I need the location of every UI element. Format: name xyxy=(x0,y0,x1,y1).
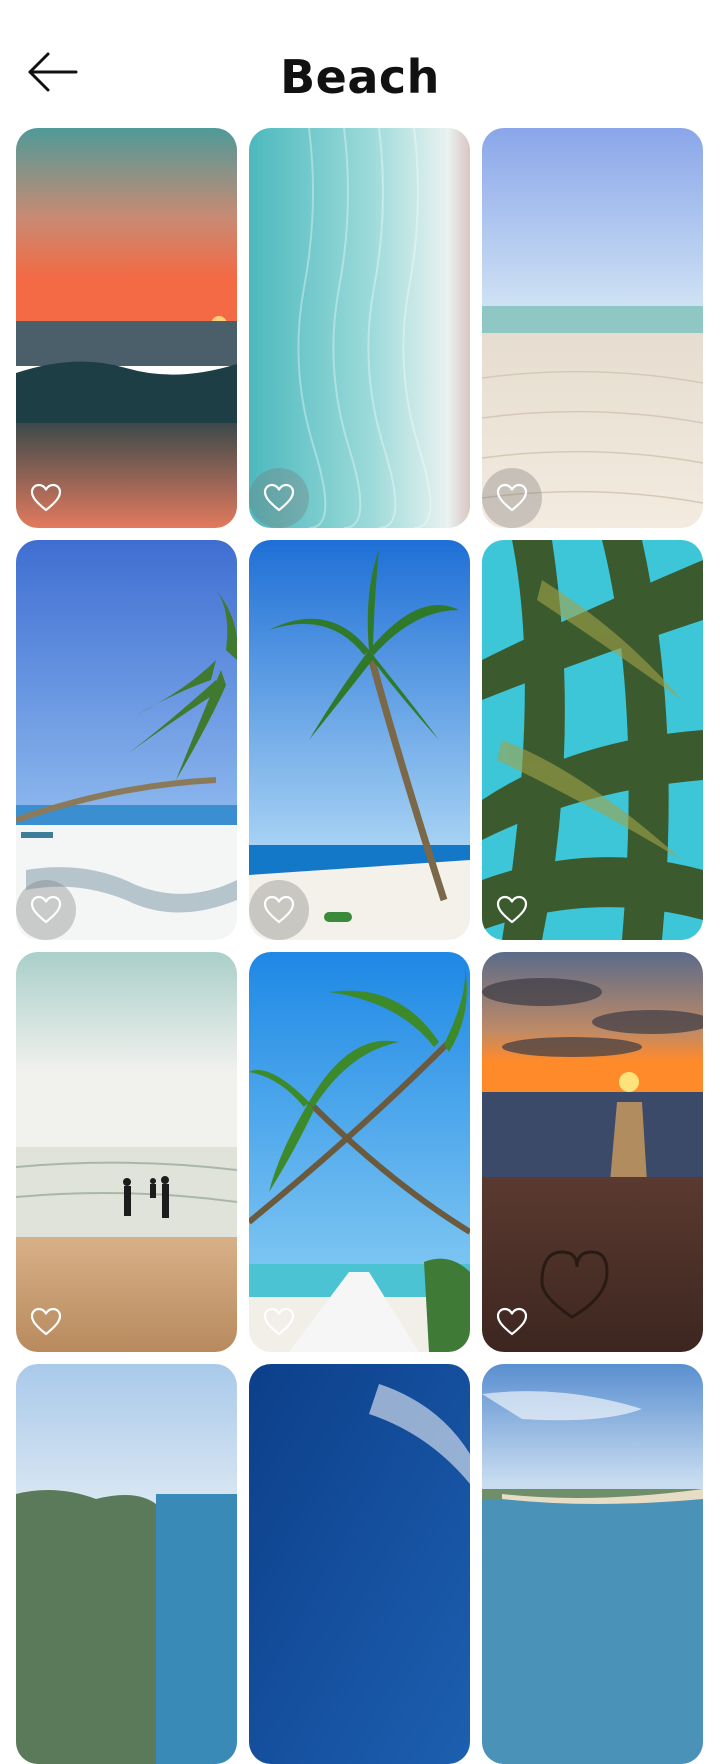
wallpaper-tile[interactable] xyxy=(482,952,703,1352)
wallpaper-tile[interactable] xyxy=(16,952,237,1352)
heart-outline-icon xyxy=(263,895,295,924)
heart-outline-icon xyxy=(496,483,528,512)
favorite-button[interactable] xyxy=(249,880,309,940)
wallpaper-tile[interactable] xyxy=(482,1364,703,1764)
heart-outline-icon xyxy=(496,895,528,924)
heart-outline-icon xyxy=(30,895,62,924)
wallpaper-image xyxy=(249,1364,470,1764)
wallpaper-tile[interactable] xyxy=(249,128,470,528)
wallpaper-image xyxy=(482,1364,703,1764)
favorite-button[interactable] xyxy=(16,880,76,940)
wallpaper-tile[interactable] xyxy=(16,540,237,940)
favorite-button[interactable] xyxy=(482,880,542,940)
wallpaper-image xyxy=(16,1364,237,1764)
favorite-button[interactable] xyxy=(482,468,542,528)
heart-outline-icon xyxy=(263,483,295,512)
favorite-button[interactable] xyxy=(16,1292,76,1352)
favorite-button[interactable] xyxy=(482,1292,542,1352)
favorite-button[interactable] xyxy=(249,1292,309,1352)
heart-outline-icon xyxy=(30,483,62,512)
wallpaper-tile[interactable] xyxy=(16,1364,237,1764)
favorite-button[interactable] xyxy=(249,468,309,528)
wallpaper-tile[interactable] xyxy=(249,540,470,940)
favorite-button[interactable] xyxy=(16,468,76,528)
wallpaper-tile[interactable] xyxy=(482,128,703,528)
wallpaper-tile[interactable] xyxy=(16,128,237,528)
heart-outline-icon xyxy=(263,1307,295,1336)
heart-outline-icon xyxy=(30,1307,62,1336)
wallpaper-grid xyxy=(0,0,720,1764)
heart-outline-icon xyxy=(496,1307,528,1336)
wallpaper-tile[interactable] xyxy=(249,952,470,1352)
wallpaper-tile[interactable] xyxy=(249,1364,470,1764)
wallpaper-tile[interactable] xyxy=(482,540,703,940)
